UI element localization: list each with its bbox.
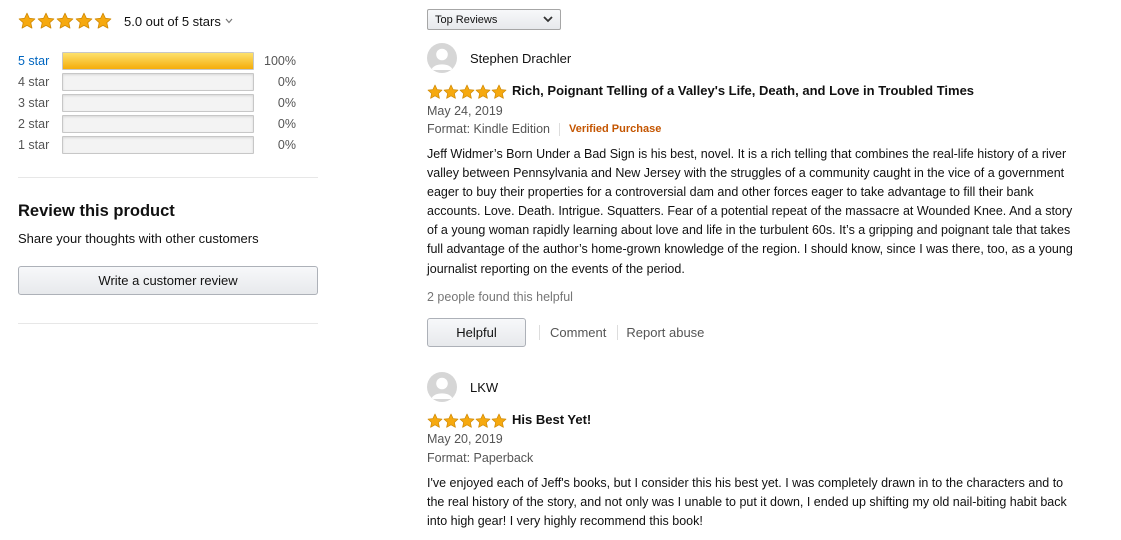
star-icon xyxy=(491,413,507,429)
reviewer-name[interactable]: LKW xyxy=(470,380,498,395)
review-item: LKW His Best Yet! May 20, 2019 Format: P… xyxy=(427,372,1107,540)
histogram-percent: 0% xyxy=(277,75,296,89)
review-format-row: Format: Paperback xyxy=(427,451,533,465)
histogram-label: 1 star xyxy=(18,138,50,152)
separator xyxy=(617,324,619,340)
histogram-row-3-star: 3 star 0% xyxy=(18,93,296,113)
histogram-bar xyxy=(62,136,254,154)
review-body-line: of a young woman rapidly learning about … xyxy=(427,223,1071,238)
review-actions: Helpful Comment Report abuse xyxy=(427,317,704,347)
histogram-percent: 0% xyxy=(277,117,296,131)
star-icon xyxy=(443,84,459,100)
review-body-line: valley between Pennsylvania and New Jers… xyxy=(427,166,1065,181)
review-date: May 24, 2019 xyxy=(427,104,503,118)
star-icon xyxy=(459,84,475,100)
histogram-bar[interactable] xyxy=(62,52,254,70)
star-icon xyxy=(475,84,491,100)
star-icon xyxy=(37,12,55,30)
reviewer-profile[interactable]: LKW xyxy=(427,372,498,402)
review-product-subtitle: Share your thoughts with other customers xyxy=(18,231,259,246)
star-icon xyxy=(459,413,475,429)
histogram-percent: 0% xyxy=(277,96,296,110)
review-date: May 20, 2019 xyxy=(427,432,503,446)
review-body-line: journalist reporting on the events of th… xyxy=(427,261,685,276)
review-body-line: full advantage of the author’s home-grow… xyxy=(427,242,1073,257)
review-format[interactable]: Format: Kindle Edition xyxy=(427,122,550,136)
helpful-button[interactable]: Helpful xyxy=(427,317,526,347)
avatar-icon[interactable] xyxy=(427,43,457,73)
histogram-label: 2 star xyxy=(18,117,50,131)
write-review-button[interactable]: Write a customer review xyxy=(18,266,318,295)
star-icon xyxy=(75,12,93,30)
divider xyxy=(18,323,318,324)
review-body-line: the real history of the story, and not o… xyxy=(427,495,1067,510)
sort-dropdown[interactable]: Top Reviews xyxy=(427,9,561,30)
review-format-row: Format: Kindle Edition Verified Purchase xyxy=(427,122,661,136)
review-body-line: into high gear! I very highly recommend … xyxy=(427,514,703,529)
histogram-label: 4 star xyxy=(18,75,50,89)
chevron-down-icon[interactable] xyxy=(225,16,233,27)
review-stars[interactable] xyxy=(427,84,507,100)
histogram-percent: 100% xyxy=(264,54,296,68)
review-item: Stephen Drachler Rich, Poignant Telling … xyxy=(427,43,1107,353)
review-body: Jeff Widmer’s Born Under a Bad Sign is h… xyxy=(427,145,1103,279)
review-body-line: eager to buy their properties for a cont… xyxy=(427,185,1034,200)
reviewer-profile[interactable]: Stephen Drachler xyxy=(427,43,571,73)
histogram-row-2-star: 2 star 0% xyxy=(18,114,296,134)
histogram-row-4-star: 4 star 0% xyxy=(18,72,296,92)
sort-dropdown-value: Top Reviews xyxy=(435,13,498,26)
star-icon xyxy=(56,12,74,30)
star-icon xyxy=(94,12,112,30)
review-body: I've enjoyed each of Jeff's books, but I… xyxy=(427,474,1103,531)
histogram-bar xyxy=(62,94,254,112)
report-abuse-link[interactable]: Report abuse xyxy=(626,325,704,340)
star-icon xyxy=(18,12,36,30)
review-body-line: I've enjoyed each of Jeff's books, but I… xyxy=(427,476,1064,490)
review-title[interactable]: His Best Yet! xyxy=(512,412,591,427)
avatar-icon[interactable] xyxy=(427,372,457,402)
review-title[interactable]: Rich, Poignant Telling of a Valley's Lif… xyxy=(512,83,974,98)
review-format[interactable]: Format: Paperback xyxy=(427,451,533,465)
histogram-bar xyxy=(62,73,254,91)
review-stars[interactable] xyxy=(427,413,507,429)
summary-stars xyxy=(18,12,112,30)
histogram-fill xyxy=(63,53,253,69)
rating-summary[interactable]: 5.0 out of 5 stars xyxy=(18,11,233,31)
review-body-line: Jeff Widmer’s Born Under a Bad Sign is h… xyxy=(427,147,1067,161)
star-icon xyxy=(475,413,491,429)
star-icon xyxy=(427,84,443,100)
divider xyxy=(18,177,318,178)
rating-summary-text[interactable]: 5.0 out of 5 stars xyxy=(124,14,221,29)
star-icon xyxy=(443,413,459,429)
chevron-down-icon xyxy=(542,13,554,28)
star-icon xyxy=(491,84,507,100)
histogram-row-5-star[interactable]: 5 star 100% xyxy=(18,51,296,71)
review-body-line: accounts. Love. Death. Intrigue. Squatte… xyxy=(427,204,1073,219)
comment-link[interactable]: Comment xyxy=(550,325,606,340)
histogram-percent: 0% xyxy=(277,138,296,152)
histogram-bar xyxy=(62,115,254,133)
review-product-heading: Review this product xyxy=(18,202,175,220)
histogram-label: 3 star xyxy=(18,96,50,110)
star-icon xyxy=(427,413,443,429)
reviewer-name[interactable]: Stephen Drachler xyxy=(470,51,571,66)
histogram-label[interactable]: 5 star xyxy=(18,54,62,68)
separator xyxy=(558,122,560,136)
verified-purchase-badge: Verified Purchase xyxy=(568,123,662,135)
helpful-count: 2 people found this helpful xyxy=(427,290,573,304)
histogram-row-1-star: 1 star 0% xyxy=(18,135,296,155)
separator xyxy=(539,324,540,340)
